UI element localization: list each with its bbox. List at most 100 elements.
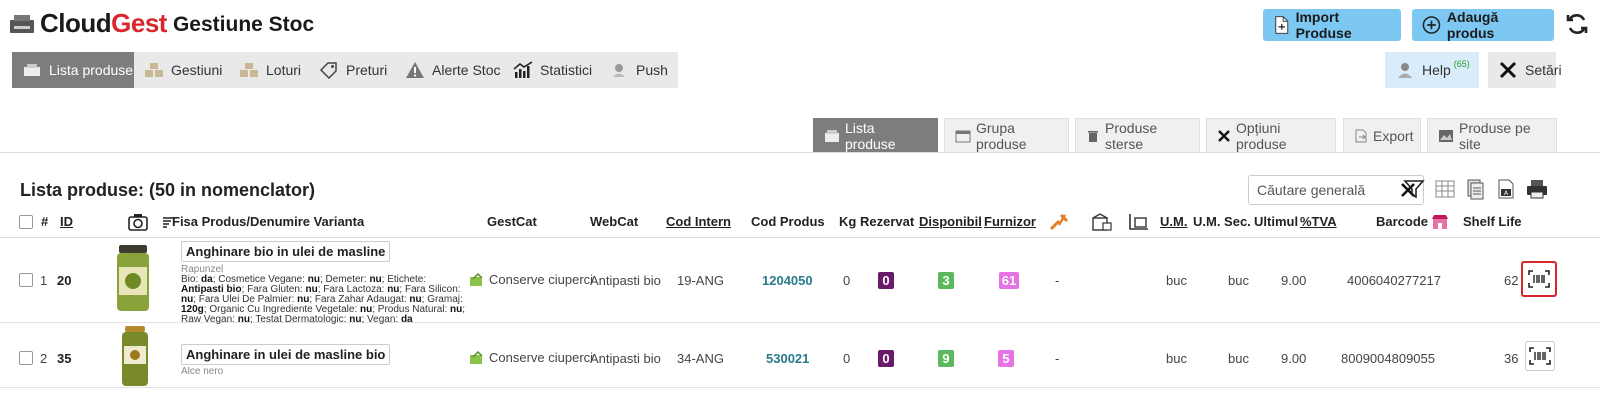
gestcat-label: Conserve ciuperci [489,272,594,287]
nav-statistici[interactable]: Statistici [503,52,603,88]
row-number: 1 [40,273,48,288]
rezervat-badge[interactable]: 0 [878,272,894,289]
um-cell: buc [1166,273,1187,288]
nav-alerte-stoc[interactable]: Alerte Stoc [395,52,511,88]
col-gestcat: GestCat [487,214,537,229]
search-input[interactable] [1257,182,1397,198]
nav-push[interactable]: Push [599,52,678,88]
nav-loturi[interactable]: Loturi [229,52,312,88]
import-products-button[interactable]: Import Produse [1263,9,1401,41]
app-subtitle: Gestiune Stoc [172,13,315,36]
um-sec-cell: buc [1228,351,1249,366]
col-webcat: WebCat [590,214,639,229]
row-checkbox[interactable] [19,273,33,287]
trolley-box-icon [1129,214,1148,230]
subtab-label: Grupa produse [976,119,1027,152]
nav-setari[interactable]: Setări [1488,52,1562,88]
disponibil-badge[interactable]: 3 [938,272,954,289]
product-name[interactable]: Anghinare in ulei de masline bio [181,344,391,365]
tools-icon [1049,213,1069,231]
product-brand: Alce nero [181,366,224,377]
category-folder-icon [469,350,485,365]
subtab-produse-sterse[interactable]: Produse sterse [1075,118,1200,152]
row-checkbox[interactable] [19,351,33,365]
col-um[interactable]: U.M. [1160,214,1187,229]
nav-gestiuni[interactable]: Gestiuni [134,52,233,88]
gestcat-cell[interactable]: Conserve ciuperci [469,350,593,365]
printer-box-icon [22,61,42,79]
col-ultimul: Ultimul [1254,214,1299,229]
product-image[interactable] [115,243,151,313]
nav-preturi[interactable]: Preturi [309,52,398,88]
boxes-icon [239,61,259,79]
disponibil-badge[interactable]: 9 [938,350,954,367]
barcode-cell: 4006040277217 [1347,273,1441,288]
cod-produs-link[interactable]: 530021 [766,351,809,366]
furnizor-badge[interactable]: 5 [998,350,1014,367]
list-title: Lista produse: (50 in nomenclator) [20,180,316,200]
col-shelf-life: Shelf Life [1463,214,1522,229]
subtab-lista-produse[interactable]: Lista produse [813,118,938,152]
document-import-icon [1275,16,1289,34]
webcat-cell: Antipasti bio [590,351,661,366]
row-id: 20 [57,273,72,288]
subtab-produse-pe-site[interactable]: Produse pe site [1427,118,1557,152]
product-image[interactable] [117,324,153,388]
camera-icon [128,214,148,231]
rezervat-badge[interactable]: 0 [878,350,894,367]
push-icon [609,61,629,79]
gestcat-label: Conserve ciuperci [489,350,594,365]
barcode-scan-button[interactable] [1525,341,1555,371]
barcode-scan-icon [1529,347,1551,365]
nav-label: Statistici [540,62,593,78]
add-product-button[interactable]: Adaugă produs [1412,9,1554,41]
select-all-checkbox[interactable] [19,215,33,229]
print-icon[interactable] [1525,177,1549,201]
app-logo[interactable]: Cloud Gest Gestiune Stoc [8,8,314,39]
col-num: # [41,214,49,229]
refresh-icon[interactable] [1565,12,1589,36]
col-disponibil[interactable]: Disponibil [919,214,982,229]
barcode-cell: 8009004809055 [1341,351,1435,366]
nav-label: Lista produse [49,62,134,78]
col-furnizor[interactable]: Furnizor [984,214,1036,229]
barcode-scan-icon [1528,270,1550,288]
subtab-label: Lista produse [845,119,896,152]
col-tva[interactable]: %TVA [1300,214,1337,229]
price-tag-icon [319,61,339,79]
help-count-badge: (65) [1453,59,1470,69]
nav-label: Preturi [346,62,388,78]
calendar-icon [955,129,971,143]
col-fisa-produs: Fisa Produs/Denumire Varianta [172,214,365,229]
nav-lista-produse[interactable]: Lista produse [12,52,144,88]
subtab-label: Opțiuni produse [1236,119,1287,152]
col-rezervat: Rezervat [860,214,915,229]
nav-help[interactable]: Help (65) [1385,52,1479,88]
attribute-value: nu [450,304,463,315]
col-id[interactable]: ID [60,214,73,229]
pdf-export-icon[interactable]: A [1494,177,1518,201]
category-folder-icon [469,272,485,287]
subtab-grupa-produse[interactable]: Grupa produse [944,118,1069,152]
shelf-life-cell: 62 [1504,273,1519,288]
filter-icon[interactable] [1402,177,1426,201]
webcat-cell: Antipasti bio [590,273,661,288]
cod-intern-cell: 34-ANG [677,351,724,366]
documents-icon[interactable] [1463,177,1487,201]
furnizor-badge[interactable]: 61 [999,272,1019,289]
product-name[interactable]: Anghinare bio in ulei de masline [181,241,391,262]
subtab-export[interactable]: Export [1343,118,1421,152]
general-search[interactable] [1248,175,1424,205]
subtab-optiuni-produse[interactable]: Opțiuni produse [1206,118,1336,152]
kg-cell: 0 [843,351,851,366]
row-id: 35 [57,351,72,366]
table-row: 2 35 Anghinare in ulei de masline bio Al… [0,324,1600,388]
grid-columns-icon[interactable] [1433,177,1457,201]
barcode-scan-button[interactable] [1521,261,1557,297]
cod-produs-link[interactable]: 1204050 [762,273,813,288]
import-products-label: Import Produse [1295,9,1352,41]
row-number: 2 [40,351,48,366]
subtab-label: Produse pe site [1459,119,1531,152]
col-cod-intern[interactable]: Cod Intern [666,214,731,229]
gestcat-cell[interactable]: Conserve ciuperci [469,272,593,287]
